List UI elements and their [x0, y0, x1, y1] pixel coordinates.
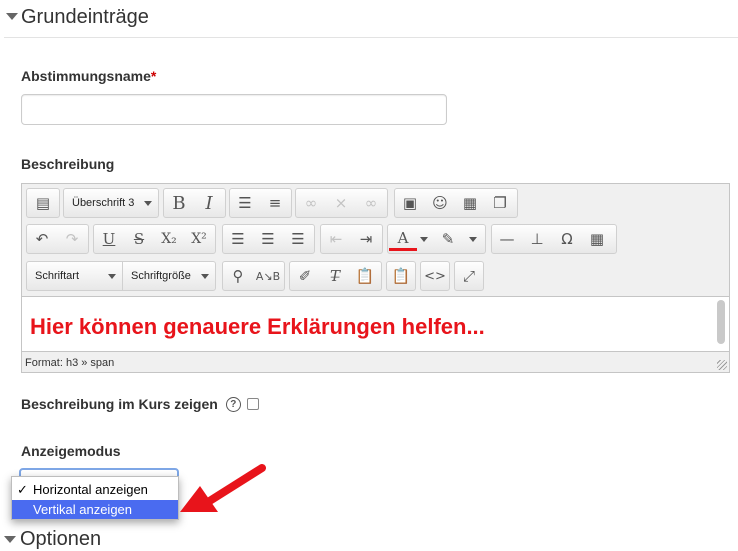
editor-content[interactable]: Hier können genauere Erklärungen helfen.… [22, 296, 729, 352]
font-family-select[interactable]: Schriftart [27, 262, 123, 290]
option-label: Vertikal anzeigen [33, 502, 133, 517]
strikethrough-icon[interactable]: S [125, 225, 153, 253]
resize-handle[interactable] [717, 360, 727, 370]
align-center-icon[interactable]: ☰ [254, 225, 282, 253]
unlink-icon[interactable]: ⨯ [327, 189, 355, 217]
show-description-checkbox[interactable] [246, 398, 259, 410]
paste-word-icon[interactable]: 📋 [387, 262, 415, 290]
toolbar-group-colors: A ✎ [387, 224, 486, 254]
show-description-row: Beschreibung im Kurs zeigen ? [21, 395, 259, 413]
background-color-icon[interactable]: ✎ [434, 225, 462, 253]
editor-heading-text: Hier können genauere Erklärungen helfen.… [30, 314, 485, 339]
table-icon[interactable]: ▦ [583, 225, 611, 253]
underline-icon[interactable]: U [95, 225, 123, 253]
heading-select-value: Überschrift 3 [72, 197, 135, 209]
toolbar-group-clean: ✐ T̶ 📋 [289, 261, 382, 291]
option-label: Horizontal anzeigen [33, 482, 148, 497]
collapse-triangle-icon[interactable] [4, 536, 16, 544]
horizontal-rule-icon[interactable]: — [493, 225, 521, 253]
superscript-icon[interactable]: X² [185, 225, 213, 253]
show-description-label: Beschreibung im Kurs zeigen [21, 396, 218, 412]
bold-icon[interactable]: B [165, 189, 193, 217]
section-header-general[interactable]: Grundeinträge [4, 2, 738, 38]
spellcheck-icon[interactable]: A↘B [254, 262, 282, 290]
toolbar-group-links: ∞ ⨯ ∞ [295, 188, 388, 218]
manage-files-icon[interactable]: ❐ [486, 189, 514, 217]
toolbar-group-media: ▣ ☺ ▦ ❐ [394, 188, 518, 218]
toolbar-group-search: ⚲ A↘B [222, 261, 285, 291]
paste-text-icon[interactable]: 📋 [351, 262, 379, 290]
toolbar-toggle-icon[interactable]: ▤ [29, 189, 57, 217]
option-horizontal[interactable]: ✓ Horizontal anzeigen [12, 480, 178, 499]
font-family-value: Schriftart [35, 270, 80, 282]
toolbar-group-paste-word: 📋 [386, 261, 416, 291]
display-mode-dropdown: ✓ Horizontal anzeigen Vertikal anzeigen [11, 476, 179, 520]
media-icon[interactable]: ▦ [456, 189, 484, 217]
toolbar-group-align: ☰ ☰ ☰ [222, 224, 315, 254]
description-label: Beschreibung [21, 156, 115, 172]
editor-path: Format: h3 » span [25, 357, 115, 369]
chevron-down-icon [201, 274, 209, 279]
chevron-down-icon [144, 201, 152, 206]
toolbar-group-format: U S X₂ X² [93, 224, 216, 254]
redo-icon[interactable]: ↷ [58, 225, 86, 253]
annotation-arrow-icon [180, 464, 266, 512]
remove-format-icon[interactable]: T̶ [321, 262, 349, 290]
toolbar-group-insert: — ⊥ Ω ▦ [491, 224, 617, 254]
rich-text-editor: ▤ Überschrift 3 B I ☰ ≡ ∞ ⨯ ∞ ▣ ☺ ▦ ❐ ↶ … [21, 183, 730, 373]
background-color-dropdown[interactable] [464, 225, 482, 253]
align-left-icon[interactable]: ☰ [224, 225, 252, 253]
emoticon-icon[interactable]: ☺ [426, 189, 454, 217]
align-right-icon[interactable]: ☰ [284, 225, 312, 253]
toolbar-group-fullscreen: ⤢ [454, 261, 484, 291]
toolbar-group-code: <> [420, 261, 450, 291]
chevron-down-icon [108, 274, 116, 279]
check-icon: ✓ [17, 482, 28, 497]
find-replace-icon[interactable]: ⚲ [224, 262, 252, 290]
italic-icon[interactable]: I [195, 189, 223, 217]
font-size-value: Schriftgröße [131, 270, 191, 282]
outdent-icon[interactable]: ⇤ [322, 225, 350, 253]
editor-statusbar: Format: h3 » span [22, 354, 729, 372]
undo-icon[interactable]: ↶ [28, 225, 56, 253]
toolbar-group-text: B I [163, 188, 226, 218]
collapse-triangle-icon[interactable] [6, 13, 18, 20]
heading-select[interactable]: Überschrift 3 [64, 189, 158, 217]
toolbar-group-toggle: ▤ [26, 188, 60, 218]
required-mark: * [150, 68, 157, 84]
option-vertical[interactable]: Vertikal anzeigen [12, 500, 178, 519]
image-icon[interactable]: ▣ [396, 189, 424, 217]
section-title: Optionen [20, 528, 102, 550]
font-size-select[interactable]: Schriftgröße [123, 262, 215, 290]
clean-format-icon[interactable]: ✐ [291, 262, 319, 290]
section-title: Grundeinträge [21, 6, 149, 28]
text-color-dropdown[interactable] [417, 225, 431, 253]
toolbar-group-indent: ⇤ ⇥ [320, 224, 383, 254]
subscript-icon[interactable]: X₂ [155, 225, 183, 253]
text-color-icon[interactable]: A [389, 227, 417, 251]
insert-anchor-icon[interactable]: ⊥ [523, 225, 551, 253]
name-label: Abstimmungsname* [21, 68, 156, 84]
section-header-options[interactable]: Optionen [4, 528, 101, 551]
toolbar-group-undo: ↶ ↷ [26, 224, 89, 254]
display-mode-label: Anzeigemodus [21, 443, 121, 459]
toolbar-group-lists: ☰ ≡ [229, 188, 292, 218]
numbered-list-icon[interactable]: ≡ [261, 189, 289, 217]
special-character-icon[interactable]: Ω [553, 225, 581, 253]
toolbar-group-heading: Überschrift 3 [63, 188, 159, 218]
name-label-text: Abstimmungsname [21, 68, 151, 84]
link-icon[interactable]: ∞ [297, 189, 325, 217]
editor-scrollbar[interactable] [717, 300, 725, 344]
html-code-icon[interactable]: <> [421, 262, 449, 290]
bullet-list-icon[interactable]: ☰ [231, 189, 259, 217]
help-icon[interactable]: ? [225, 396, 241, 412]
toolbar-group-fonts: Schriftart Schriftgröße [26, 261, 216, 291]
anchor-icon[interactable]: ∞ [357, 189, 385, 217]
name-input[interactable] [21, 94, 447, 125]
fullscreen-icon[interactable]: ⤢ [455, 262, 483, 290]
indent-icon[interactable]: ⇥ [352, 225, 380, 253]
